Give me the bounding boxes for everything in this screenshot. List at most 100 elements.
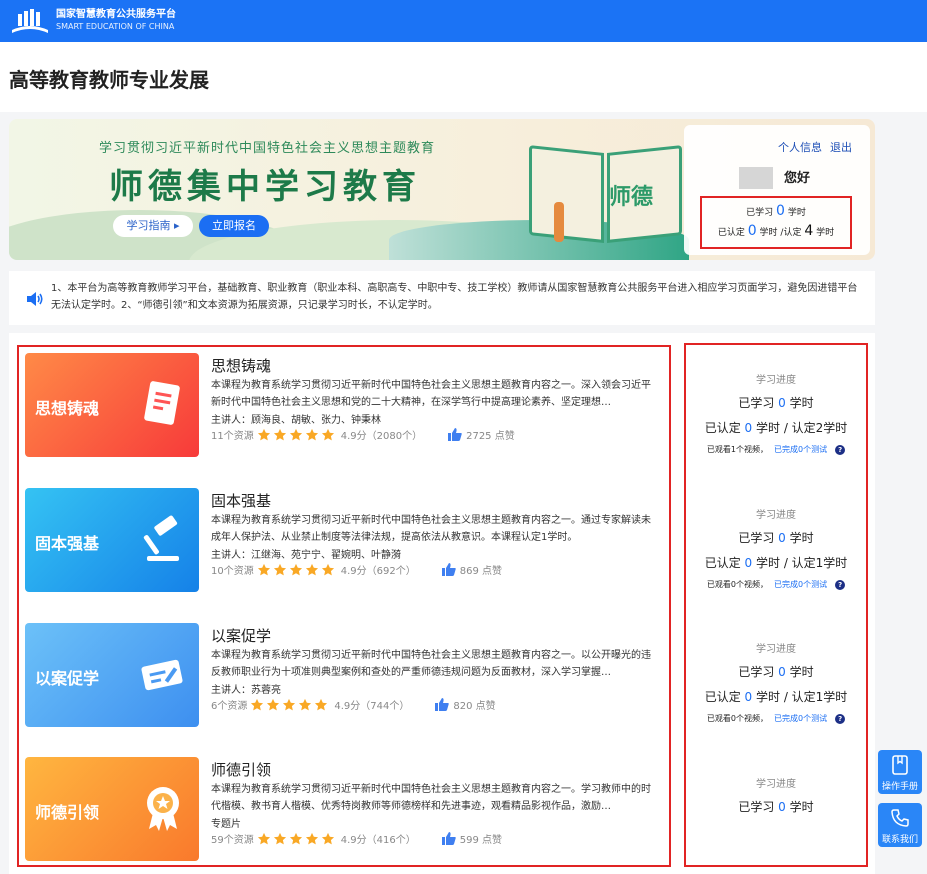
- progress-heading: 学习进度: [756, 644, 796, 655]
- thumbs-up-icon: [448, 428, 462, 441]
- gavel-icon: [141, 514, 185, 564]
- required-unit: 学时: [816, 228, 835, 238]
- studied-prefix: 已学习: [738, 800, 775, 814]
- course-description: 本课程为教育系统学习贯彻习近平新时代中国特色社会主义思想主题教育内容之一。通过专…: [211, 515, 651, 543]
- page-title: 高等教育教师专业发展: [9, 68, 209, 92]
- rating-stars: [257, 832, 337, 846]
- completed-tests-link[interactable]: 已完成0个测试: [774, 579, 827, 590]
- certified-prefix: 已认定: [717, 228, 745, 238]
- certified-suffix: 学时 / 认定1学时: [756, 690, 848, 704]
- required-value: 4: [804, 223, 814, 239]
- like-count[interactable]: 869 点赞: [441, 562, 502, 577]
- watched-videos: 已观看0个视频，: [706, 580, 768, 589]
- like-count[interactable]: 2725 点赞: [448, 427, 515, 442]
- help-icon[interactable]: ?: [835, 444, 846, 455]
- star-icon: [283, 698, 296, 710]
- signup-button[interactable]: 立即报名: [199, 215, 269, 237]
- course-description: 本课程为教育系统学习贯彻习近平新时代中国特色社会主义思想主题教育内容之一。学习教…: [211, 784, 651, 812]
- star-icon: [289, 428, 302, 440]
- site-logo[interactable]: 国家智慧教育公共服务平台 SMART EDUCATION OF CHINA: [10, 6, 176, 34]
- thumbs-up-icon: [435, 698, 450, 711]
- watched-videos: 已观看1个视频，: [706, 445, 768, 454]
- profile-link[interactable]: 个人信息: [778, 139, 822, 155]
- star-icon: [273, 832, 286, 844]
- logout-link[interactable]: 退出: [830, 139, 852, 155]
- studied-value: 0: [778, 396, 786, 410]
- note-pen-icon: [141, 649, 185, 699]
- course-description: 本课程为教育系统学习贯彻习近平新时代中国特色社会主义思想主题教育内容之一。深入领…: [211, 380, 651, 408]
- rating-score: 4.9分: [340, 566, 367, 577]
- notice-text: 1、本平台为高等教育教师学习平台，基础教育、职业教育（职业本科、高职高专、中职中…: [51, 283, 858, 311]
- star-icon: [321, 832, 334, 844]
- studied-line: 已学习 0 学时: [686, 394, 866, 411]
- progress-detail: 已观看0个视频， 已完成0个测试 ?: [686, 579, 866, 590]
- progress-heading: 学习进度: [756, 510, 796, 521]
- course-title[interactable]: 思想铸魂: [211, 355, 271, 376]
- certified-unit: 学时 /认定: [759, 228, 802, 238]
- course-meta: 10个资源 4.9分 （692个） 869 点赞: [211, 562, 502, 577]
- rating-stars: [257, 563, 337, 577]
- certified-line: 已认定 0 学时 / 认定1学时: [686, 688, 866, 705]
- progress-detail: 已观看0个视频， 已完成0个测试 ?: [686, 713, 866, 724]
- study-guide-button[interactable]: 学习指南 ▸: [113, 215, 193, 237]
- like-text: 869 点赞: [459, 566, 502, 577]
- help-icon[interactable]: ?: [835, 713, 846, 724]
- star-icon: [273, 563, 286, 575]
- course-thumbnail[interactable]: 思想铸魂: [25, 353, 199, 457]
- course-title[interactable]: 以案促学: [211, 625, 271, 646]
- watched-videos: 已观看0个视频，: [706, 714, 768, 723]
- logo-title-cn: 国家智慧教育公共服务平台: [56, 9, 176, 20]
- review-count: （744个）: [360, 701, 410, 712]
- course-title[interactable]: 固本强基: [211, 490, 271, 511]
- course-thumbnail[interactable]: 固本强基: [25, 488, 199, 592]
- completed-tests-link[interactable]: 已完成0个测试: [774, 713, 827, 724]
- resource-count: 59个资源: [211, 835, 254, 846]
- like-count[interactable]: 599 点赞: [441, 831, 502, 846]
- course-card[interactable]: 固本强基 固本强基 本课程为教育系统学习贯彻习近平新时代中国特色社会主义思想主题…: [25, 488, 665, 592]
- like-text: 599 点赞: [459, 835, 502, 846]
- banner-title: 师德集中学习教育: [109, 167, 421, 207]
- course-card[interactable]: 思想铸魂 思想铸魂 本课程为教育系统学习贯彻习近平新时代中国特色社会主义思想主题…: [25, 353, 665, 457]
- help-icon[interactable]: ?: [835, 579, 846, 590]
- notice-bar: 1、本平台为高等教育教师学习平台，基础教育、职业教育（职业本科、高职高专、中职中…: [9, 271, 875, 325]
- certified-value: 0: [744, 690, 753, 704]
- star-icon: [257, 563, 270, 575]
- like-count[interactable]: 820 点赞: [435, 697, 496, 712]
- star-icon: [305, 832, 318, 844]
- completed-tests-link[interactable]: 已完成0个测试: [774, 444, 827, 455]
- manual-button[interactable]: 操作手册: [878, 750, 922, 794]
- manual-label: 操作手册: [881, 782, 918, 792]
- course-thumbnail[interactable]: 师德引领: [25, 757, 199, 861]
- rating-stars: [250, 698, 330, 712]
- rating-score: 4.9分: [340, 431, 367, 442]
- book-text: 师德: [609, 185, 654, 210]
- contact-button[interactable]: 联系我们: [878, 803, 922, 847]
- studied-unit: 学时: [789, 665, 814, 679]
- studied-value: 0: [778, 531, 786, 545]
- certified-prefix: 已认定: [704, 690, 741, 704]
- star-icon: [299, 698, 312, 710]
- star-icon: [289, 563, 302, 575]
- progress-detail: 已观看1个视频， 已完成0个测试 ?: [686, 444, 866, 455]
- title-bar: 高等教育教师专业发展: [0, 42, 927, 112]
- certified-suffix: 学时 / 认定2学时: [756, 421, 848, 435]
- course-card[interactable]: 以案促学 以案促学 本课程为教育系统学习贯彻习近平新时代中国特色社会主义思想主题…: [25, 623, 665, 727]
- star-icon: [305, 428, 318, 440]
- rating-score: 4.9分: [340, 835, 367, 846]
- certified-value: 0: [744, 421, 753, 435]
- progress-heading: 学习进度: [756, 375, 796, 386]
- course-thumbnail[interactable]: 以案促学: [25, 623, 199, 727]
- thumbs-up-icon: [441, 563, 456, 576]
- progress-block: 学习进度 已学习 0 学时 已认定 0 学时 / 认定2学时 已观看1个视频， …: [686, 371, 866, 455]
- studied-prefix: 已学习: [738, 396, 775, 410]
- certified-prefix: 已认定: [704, 421, 741, 435]
- thumbnail-label: 师德引领: [35, 803, 100, 822]
- certified-line: 已认定 0 学时 / 认定2学时: [686, 419, 866, 436]
- star-icon: [257, 832, 270, 844]
- phone-icon: [891, 809, 909, 827]
- star-icon: [257, 428, 270, 440]
- star-icon: [251, 698, 264, 710]
- course-card[interactable]: 师德引领 师德引领 本课程为教育系统学习贯彻习近平新时代中国特色社会主义思想主题…: [25, 757, 665, 861]
- studied-prefix: 已学习: [738, 665, 775, 679]
- course-title[interactable]: 师德引领: [211, 759, 271, 780]
